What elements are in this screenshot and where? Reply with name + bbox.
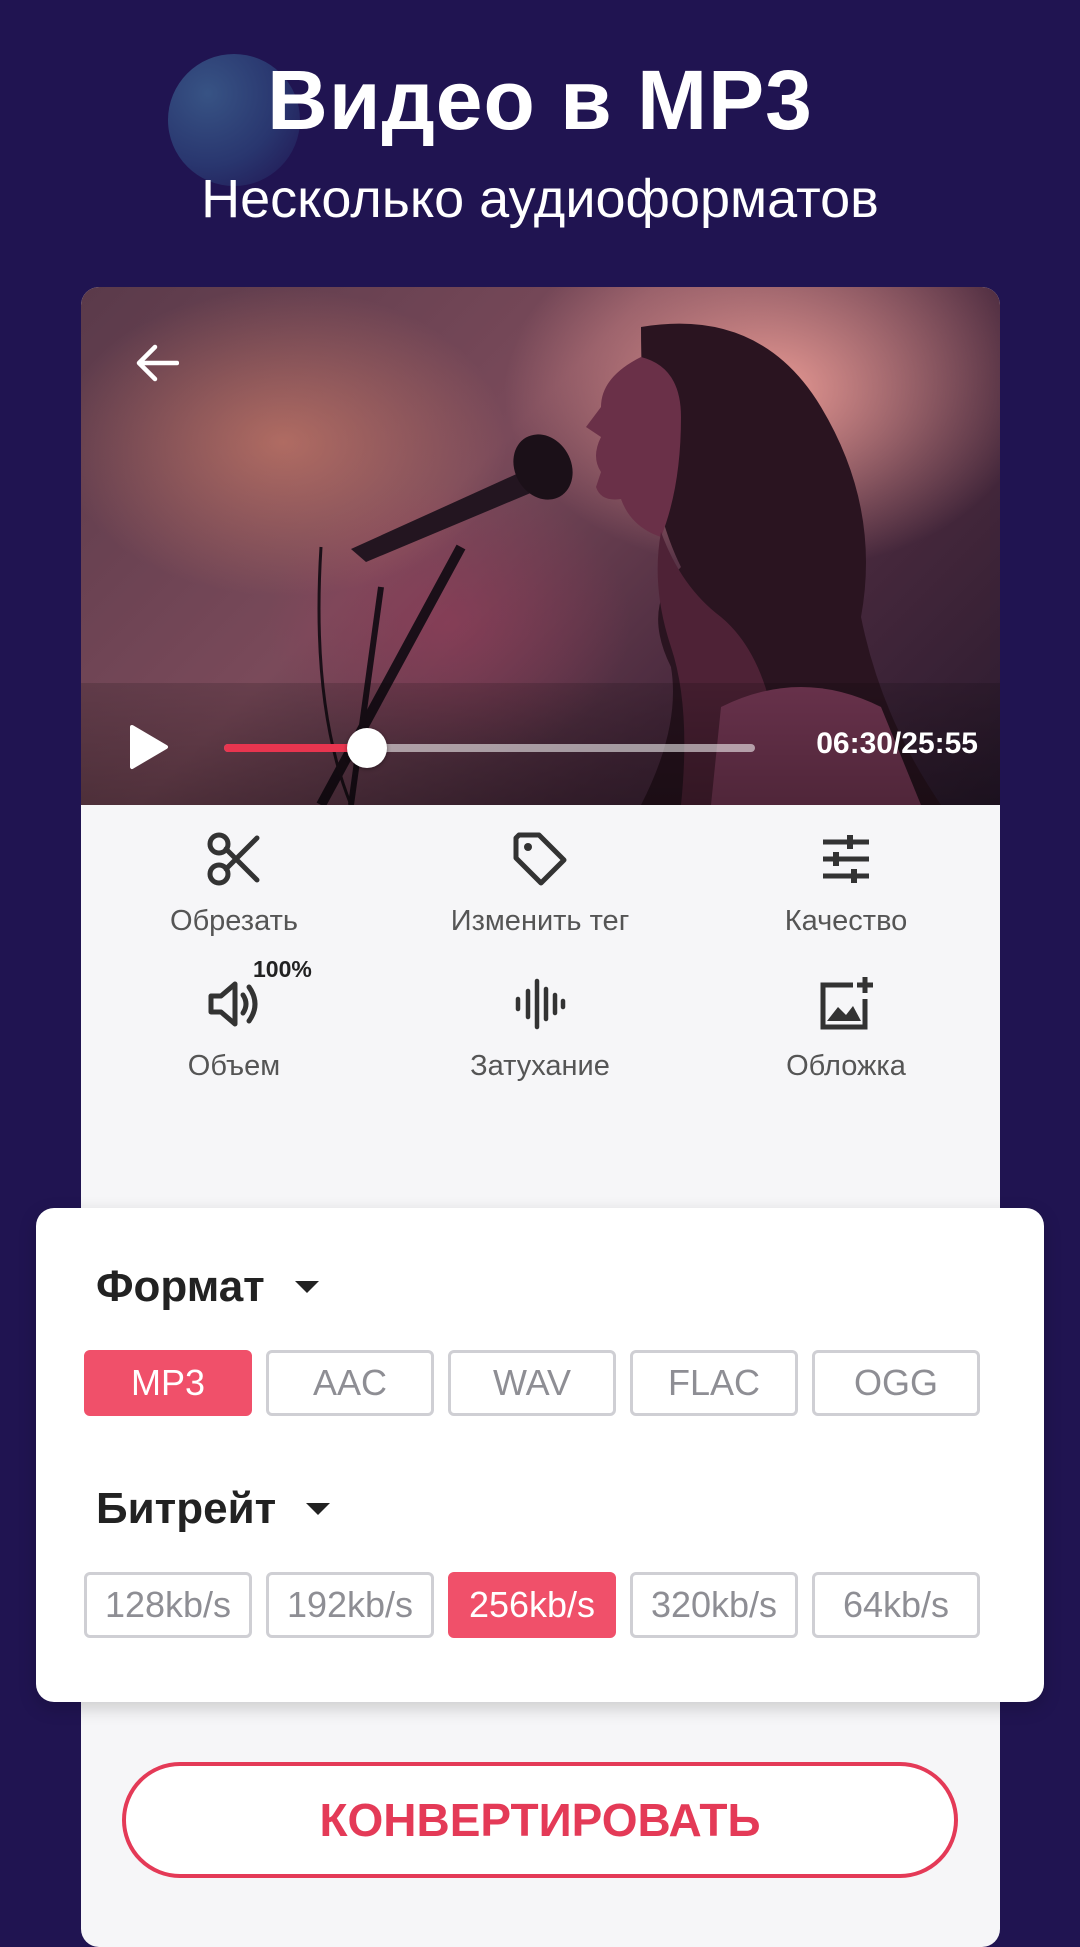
caret-down-icon <box>306 1503 331 1515</box>
format-settings-panel: Формат MP3 AAC WAV FLAC OGG Битрейт 128kb/s 1… <box>36 1208 1044 1702</box>
tool-trim[interactable]: Обрезать <box>81 827 387 938</box>
format-chip-ogg[interactable]: OGG <box>812 1350 980 1416</box>
bitrate-title: Битрейт <box>96 1484 277 1533</box>
tool-label: Обложка <box>786 1050 906 1082</box>
seek-bar-thumb[interactable] <box>347 728 388 768</box>
bitrate-dropdown[interactable]: Битрейт <box>96 1484 331 1534</box>
format-chip-flac[interactable]: FLAC <box>630 1350 798 1416</box>
bitrate-chip-128kbs[interactable]: 128kb/s <box>84 1572 252 1638</box>
bitrate-chip-320kbs[interactable]: 320kb/s <box>630 1572 798 1638</box>
hero-subtitle: Несколько аудиоформатов <box>201 169 879 229</box>
format-options: MP3 AAC WAV FLAC OGG <box>84 1350 980 1416</box>
tag-icon <box>508 827 572 891</box>
hero-title: Видео в MP3 <box>267 53 813 147</box>
tool-fade[interactable]: Затухание <box>387 972 693 1083</box>
back-button[interactable] <box>127 333 187 393</box>
video-preview[interactable]: 06:30/25:55 <box>81 287 1000 805</box>
bitrate-options: 128kb/s 192kb/s 256kb/s 320kb/s 64kb/s <box>84 1572 980 1638</box>
play-button[interactable] <box>126 723 170 771</box>
format-title: Формат <box>96 1262 265 1311</box>
tool-label: Качество <box>784 905 908 937</box>
sliders-icon <box>814 827 878 891</box>
playback-time: 06:30/25:55 <box>816 727 978 760</box>
image-add-icon <box>814 972 878 1036</box>
play-icon <box>130 725 168 769</box>
seek-bar-progress <box>224 744 368 752</box>
scissors-icon <box>202 827 266 891</box>
tool-label: Объем <box>187 1050 281 1082</box>
player-controls: 06:30/25:55 <box>81 683 1000 805</box>
format-chip-mp3[interactable]: MP3 <box>84 1350 252 1416</box>
bitrate-chip-64kbs[interactable]: 64kb/s <box>812 1572 980 1638</box>
bitrate-chip-192kbs[interactable]: 192kb/s <box>266 1572 434 1638</box>
tool-cover[interactable]: Обложка <box>693 972 999 1083</box>
bitrate-chip-256kbs[interactable]: 256kb/s <box>448 1572 616 1638</box>
arrow-left-icon <box>136 344 179 382</box>
caret-down-icon <box>294 1281 319 1293</box>
tools-grid: Обрезать Изменить тег Качество 100% Объе… <box>81 827 1000 1083</box>
volume-level-badge: 100% <box>253 956 312 982</box>
tool-label: Затухание <box>470 1050 610 1082</box>
waveform-icon <box>508 972 572 1036</box>
format-chip-aac[interactable]: AAC <box>266 1350 434 1416</box>
seek-bar[interactable] <box>224 728 755 768</box>
tool-label: Обрезать <box>170 905 298 937</box>
tool-edit-tag[interactable]: Изменить тег <box>387 827 693 938</box>
tool-quality[interactable]: Качество <box>693 827 999 938</box>
convert-button[interactable]: КОНВЕРТИРОВАТЬ <box>122 1762 958 1878</box>
format-dropdown[interactable]: Формат <box>96 1262 319 1312</box>
tool-volume[interactable]: 100% Объем <box>81 956 387 1083</box>
tool-label: Изменить тег <box>450 905 630 937</box>
format-chip-wav[interactable]: WAV <box>448 1350 616 1416</box>
